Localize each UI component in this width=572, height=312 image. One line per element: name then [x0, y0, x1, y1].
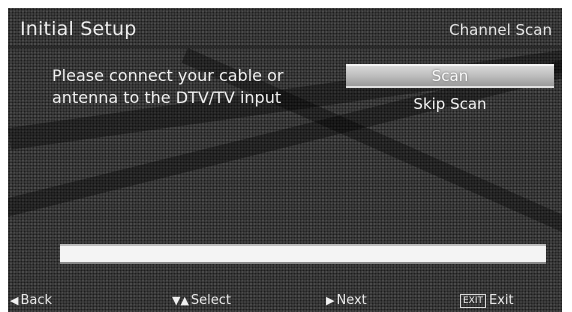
exit-hint[interactable]: EXIT Exit: [460, 293, 514, 308]
tv-setup-screen: Initial Setup Channel Scan Please connec…: [8, 8, 562, 312]
scan-button[interactable]: Scan: [346, 64, 554, 88]
instruction-line-1: Please connect your cable or: [52, 66, 284, 85]
scan-progress-fill: [60, 246, 546, 262]
exit-label: Exit: [489, 293, 514, 308]
back-label: Back: [20, 293, 53, 308]
back-hint[interactable]: ◀ Back: [10, 293, 52, 308]
select-label: Select: [190, 293, 232, 308]
next-hint[interactable]: ▶ Next: [326, 293, 367, 308]
skip-scan-button[interactable]: Skip Scan: [346, 94, 554, 114]
footer-hints: ◀ Back ▼▲ Select ▶ Next EXIT Exit: [8, 286, 562, 312]
right-arrow-icon: ▶: [326, 294, 335, 307]
instruction-line-2: antenna to the DTV/TV input: [52, 88, 282, 107]
left-arrow-icon: ◀: [10, 294, 19, 307]
header-bar: Initial Setup Channel Scan: [8, 8, 562, 48]
page-title: Initial Setup: [20, 18, 137, 40]
exit-key-icon: EXIT: [460, 294, 487, 308]
select-hint[interactable]: ▼▲ Select: [172, 293, 231, 308]
next-label: Next: [336, 293, 367, 308]
section-title: Channel Scan: [449, 21, 552, 39]
up-down-arrow-icon: ▼▲: [172, 294, 189, 307]
instruction-message: Please connect your cable or antenna to …: [52, 65, 283, 109]
scan-progress-bar: [60, 244, 546, 264]
